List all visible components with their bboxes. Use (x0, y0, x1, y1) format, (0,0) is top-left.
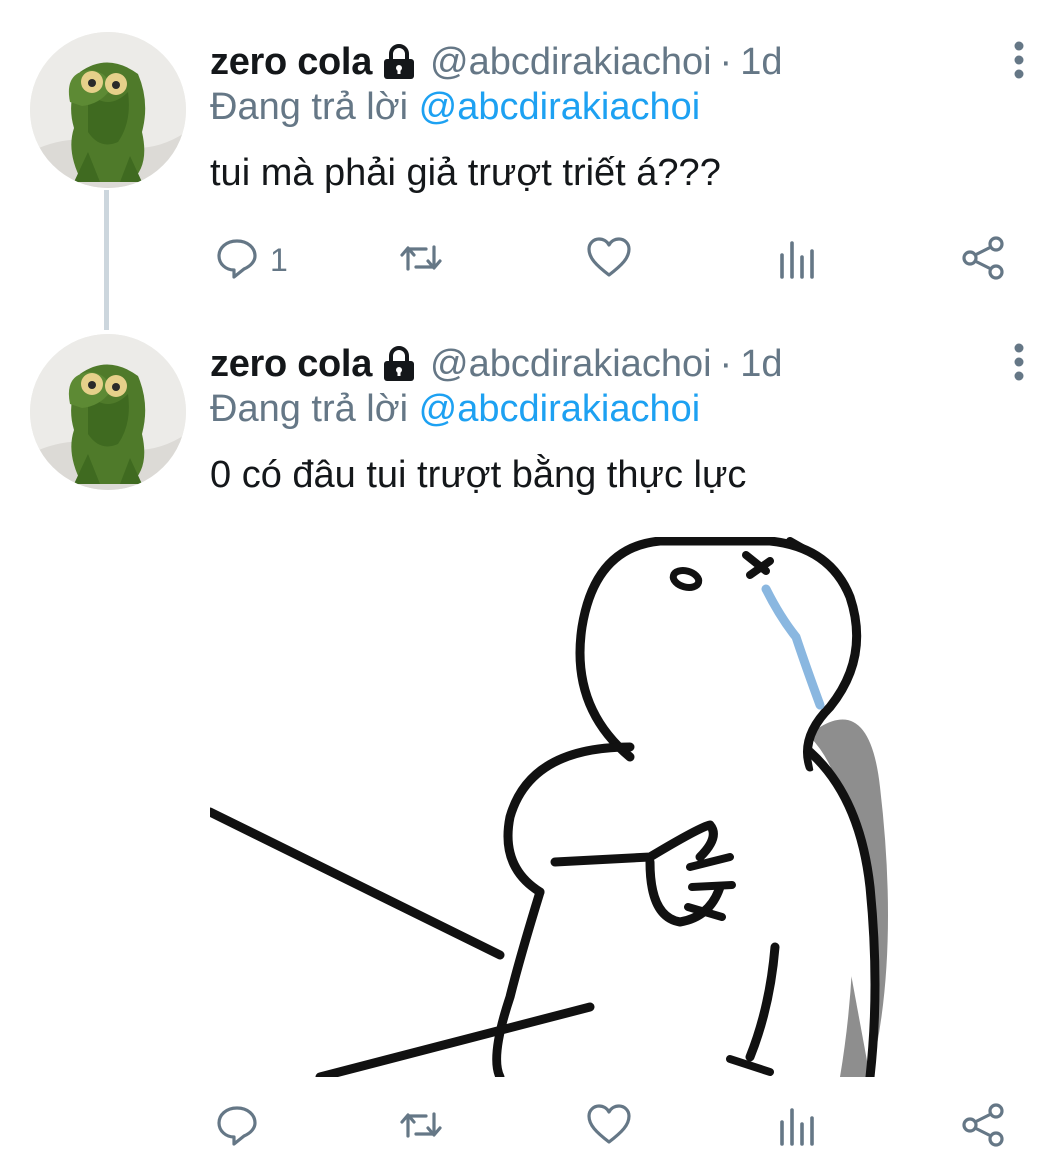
reply-button[interactable] (214, 1102, 270, 1152)
analytics-icon (774, 235, 820, 286)
reply-icon (214, 235, 260, 286)
tweet-1[interactable]: zero cola @abcdirakiachoi · 1d Đang trả … (0, 0, 1057, 330)
timestamp[interactable]: 1d (740, 343, 782, 386)
share-icon (960, 1102, 1006, 1153)
user-handle[interactable]: @abcdirakiachoi (430, 343, 712, 386)
replying-prefix: Đang trả lời (210, 388, 409, 430)
timestamp[interactable]: 1d (740, 41, 782, 84)
like-icon (586, 235, 632, 286)
user-handle[interactable]: @abcdirakiachoi (430, 41, 712, 84)
retweet-button[interactable] (398, 1102, 444, 1152)
retweet-icon (398, 235, 444, 286)
replying-to: Đang trả lời @abcdirakiachoi (210, 388, 700, 431)
lock-icon (382, 346, 416, 382)
avatar[interactable] (30, 334, 186, 490)
reply-count: 1 (270, 241, 288, 278)
tweet-2[interactable]: zero cola @abcdirakiachoi · 1d Đang trả … (0, 320, 1057, 1161)
crying-cartoon-illustration (210, 537, 888, 1077)
like-button[interactable] (586, 235, 632, 285)
analytics-button[interactable] (774, 235, 820, 285)
action-bar (210, 1102, 1010, 1152)
thread-line (104, 190, 109, 330)
more-vertical-icon[interactable] (1009, 40, 1029, 80)
tweet-media-image[interactable] (210, 537, 1013, 1077)
mention-link[interactable]: @abcdirakiachoi (419, 86, 701, 128)
retweet-button[interactable] (398, 235, 444, 285)
lock-icon (382, 44, 416, 80)
tweet-text: 0 có đâu tui trượt bằng thực lực (210, 454, 747, 496)
share-icon (960, 235, 1006, 286)
retweet-icon (398, 1102, 444, 1153)
reply-icon (214, 1102, 260, 1153)
display-name[interactable]: zero cola (210, 343, 372, 386)
share-button[interactable] (960, 235, 1006, 285)
separator-dot: · (719, 40, 733, 83)
separator-dot: · (719, 342, 733, 385)
replying-to: Đang trả lời @abcdirakiachoi (210, 86, 700, 129)
display-name[interactable]: zero cola (210, 41, 372, 84)
avatar[interactable] (30, 32, 186, 188)
analytics-button[interactable] (774, 1102, 820, 1152)
more-vertical-icon[interactable] (1009, 342, 1029, 382)
like-icon (586, 1102, 632, 1153)
replying-prefix: Đang trả lời (210, 86, 409, 128)
share-button[interactable] (960, 1102, 1006, 1152)
reply-button[interactable]: 1 (214, 235, 288, 285)
mention-link[interactable]: @abcdirakiachoi (419, 388, 701, 430)
like-button[interactable] (586, 1102, 632, 1152)
action-bar: 1 (210, 235, 1010, 285)
analytics-icon (774, 1102, 820, 1153)
tweet-text: tui mà phải giả trượt triết á??? (210, 152, 721, 194)
tweet-header: zero cola @abcdirakiachoi · 1d (210, 36, 782, 88)
tweet-header: zero cola @abcdirakiachoi · 1d (210, 338, 782, 390)
